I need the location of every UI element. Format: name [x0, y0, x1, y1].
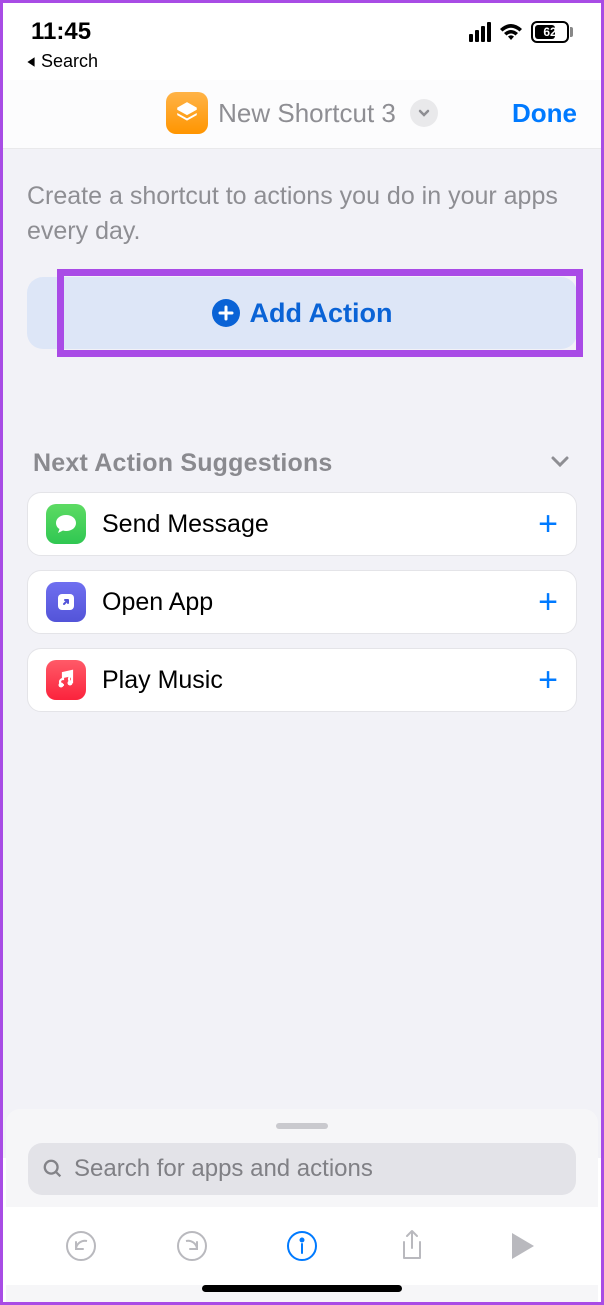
back-triangle-icon [25, 56, 37, 68]
suggestions-header[interactable]: Next Action Suggestions [27, 449, 577, 492]
battery-icon: 62 [531, 21, 573, 43]
search-input[interactable]: Search for apps and actions [28, 1143, 576, 1195]
status-indicators: 62 [469, 21, 573, 43]
add-suggestion-icon[interactable]: + [538, 661, 558, 700]
search-icon [42, 1158, 64, 1180]
back-label: Search [41, 51, 98, 72]
home-indicator[interactable] [202, 1285, 402, 1292]
nav-header: New Shortcut 3 Done [3, 80, 601, 149]
shortcut-title-group[interactable]: New Shortcut 3 [166, 92, 438, 134]
sheet-grabber[interactable] [276, 1123, 328, 1129]
add-suggestion-icon[interactable]: + [538, 505, 558, 544]
suggestion-open-app[interactable]: Open App + [27, 570, 577, 634]
cellular-signal-icon [469, 22, 491, 42]
redo-button[interactable] [173, 1227, 211, 1265]
main-content: Create a shortcut to actions you do in y… [3, 149, 601, 1158]
shortcut-title: New Shortcut 3 [218, 98, 396, 129]
done-button[interactable]: Done [512, 98, 577, 129]
chevron-down-icon [549, 450, 571, 477]
suggestion-label: Send Message [102, 510, 522, 539]
back-to-search[interactable]: Search [3, 51, 601, 80]
search-placeholder: Search for apps and actions [74, 1155, 373, 1183]
shortcuts-app-icon [166, 92, 208, 134]
toolbar [6, 1207, 598, 1285]
add-action-button[interactable]: Add Action [27, 277, 577, 349]
wifi-icon [499, 22, 523, 42]
music-icon [46, 660, 86, 700]
message-icon [46, 504, 86, 544]
status-time: 11:45 [31, 18, 91, 46]
suggestions-title: Next Action Suggestions [33, 449, 333, 478]
suggestion-label: Play Music [102, 666, 522, 695]
play-button[interactable] [504, 1227, 542, 1265]
plus-circle-icon [212, 299, 240, 327]
status-bar: 11:45 62 [3, 3, 601, 51]
battery-percentage: 62 [543, 25, 556, 39]
suggestion-send-message[interactable]: Send Message + [27, 492, 577, 556]
info-button[interactable] [283, 1227, 321, 1265]
open-app-icon [46, 582, 86, 622]
bottom-panel: Search for apps and actions [6, 1109, 598, 1302]
add-suggestion-icon[interactable]: + [538, 583, 558, 622]
title-chevron-icon[interactable] [410, 99, 438, 127]
suggestion-play-music[interactable]: Play Music + [27, 648, 577, 712]
share-button[interactable] [393, 1227, 431, 1265]
add-action-label: Add Action [250, 298, 393, 329]
undo-button[interactable] [62, 1227, 100, 1265]
intro-text: Create a shortcut to actions you do in y… [27, 179, 577, 249]
suggestion-list: Send Message + Open App + Play Music + [27, 492, 577, 712]
suggestion-label: Open App [102, 588, 522, 617]
